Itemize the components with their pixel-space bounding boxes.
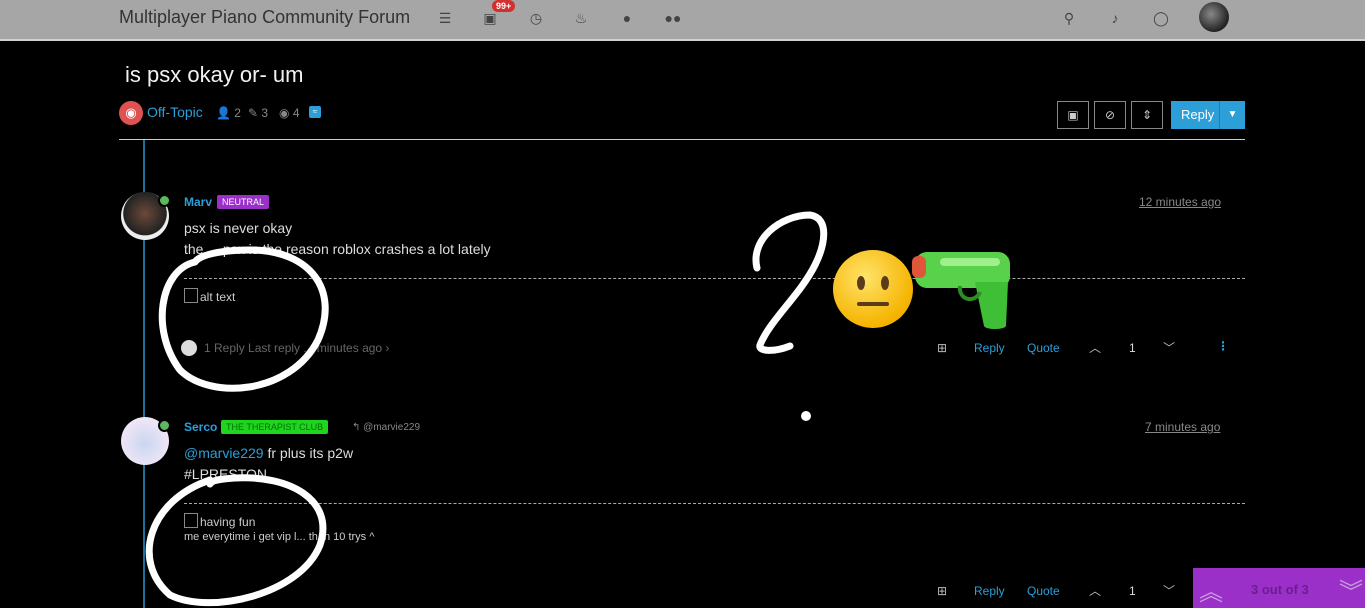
double-chevron-up-icon[interactable]: ︽ [1199, 572, 1223, 607]
pagination-label: 3 out of 3 [1251, 582, 1309, 597]
question-mark-dot [801, 411, 811, 421]
post-pagination[interactable]: ︽ 3 out of 3 ︾ [1193, 568, 1365, 608]
question-mark-scribble [752, 211, 828, 354]
water-pistol-icon [912, 252, 1010, 329]
drawing-overlay [145, 211, 1010, 607]
neutral-face-emoji [833, 250, 913, 328]
circle-scribble [158, 246, 329, 392]
circle-scribble [145, 474, 327, 607]
double-chevron-down-icon[interactable]: ︾ [1339, 572, 1363, 607]
